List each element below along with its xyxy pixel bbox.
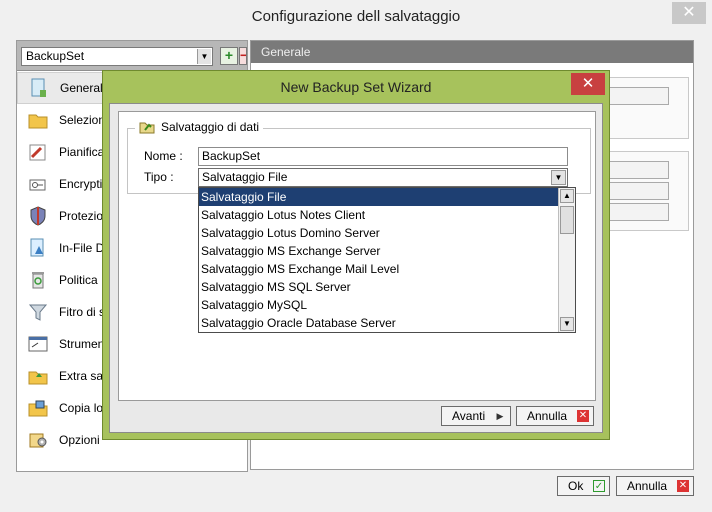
window-close-icon[interactable]: ✕	[672, 2, 706, 24]
gear-icon	[27, 429, 49, 451]
sidebar-item-label: Politica	[59, 273, 98, 287]
arrow-right-icon: ▶	[496, 411, 504, 421]
dir-icon	[27, 333, 49, 355]
window-title: Configurazione dell salvataggio	[0, 0, 712, 34]
key-icon	[27, 173, 49, 195]
dropdown-scrollbar[interactable]: ▲ ▼	[558, 188, 575, 332]
folder-icon	[27, 109, 49, 131]
ok-button[interactable]: Ok ✓	[557, 476, 610, 496]
dropdown-option[interactable]: Salvataggio MS Exchange Mail Level	[199, 260, 559, 278]
wizard-body: Salvataggio di dati Nome : BackupSet Tip…	[109, 103, 603, 433]
type-select-value: Salvataggio File	[202, 170, 288, 184]
remove-backupset-button[interactable]: −	[239, 47, 247, 65]
dropdown-option[interactable]: Salvataggio Lotus Domino Server	[199, 224, 559, 242]
type-dropdown-list: Salvataggio File Salvataggio Lotus Notes…	[198, 187, 576, 333]
ok-button-label: Ok	[568, 479, 584, 493]
wizard-cancel-button[interactable]: Annulla ✕	[516, 406, 594, 426]
dropdown-option[interactable]: Salvataggio MySQL	[199, 296, 559, 314]
type-label: Tipo :	[144, 170, 174, 184]
backupset-select-value: BackupSet	[26, 49, 85, 63]
wizard-content: Salvataggio di dati Nome : BackupSet Tip…	[118, 111, 596, 401]
document-icon	[28, 77, 50, 99]
close-icon: ✕	[677, 480, 689, 492]
scroll-up-icon[interactable]: ▲	[560, 189, 574, 203]
backupset-select[interactable]: BackupSet ▼	[21, 47, 213, 66]
cancel-button[interactable]: Annulla ✕	[616, 476, 694, 496]
dropdown-option[interactable]: Salvataggio Lotus Notes Client	[199, 206, 559, 224]
next-button-label: Avanti	[452, 409, 486, 423]
shield-icon	[27, 205, 49, 227]
wizard-title: New Backup Set Wizard	[280, 79, 432, 95]
chevron-down-icon[interactable]: ▼	[197, 49, 211, 64]
file-delta-icon	[27, 237, 49, 259]
chevron-down-icon[interactable]: ▼	[551, 170, 566, 185]
name-label: Nome :	[144, 149, 183, 163]
recycle-icon	[27, 269, 49, 291]
close-icon: ✕	[577, 410, 589, 422]
wizard-close-icon[interactable]: ✕	[571, 73, 605, 95]
filter-icon	[27, 301, 49, 323]
fieldset-legend: Salvataggio di dati	[135, 120, 264, 134]
wizard-cancel-label: Annulla	[527, 409, 568, 423]
fieldset-legend-text: Salvataggio di dati	[161, 120, 260, 134]
add-backupset-button[interactable]: +	[220, 47, 238, 65]
dropdown-option[interactable]: Salvataggio MS SQL Server	[199, 278, 559, 296]
folder-arrow-icon	[139, 120, 155, 134]
calendar-icon	[27, 141, 49, 163]
scrollbar-thumb[interactable]	[560, 206, 574, 234]
scroll-down-icon[interactable]: ▼	[560, 317, 574, 331]
cancel-button-label: Annulla	[627, 479, 668, 493]
extra-folder-icon	[27, 365, 49, 387]
check-icon: ✓	[593, 480, 605, 492]
dropdown-option[interactable]: Salvataggio File	[199, 188, 559, 206]
new-backup-set-wizard: New Backup Set Wizard ✕ Salvataggio di d…	[102, 70, 610, 440]
sidebar-item-label: Selezioni	[59, 113, 108, 127]
dropdown-option[interactable]: Salvataggio MS Exchange Server	[199, 242, 559, 260]
copy-folder-icon	[27, 397, 49, 419]
section-header: Generale	[251, 41, 693, 63]
sidebar-item-label: Opzioni	[59, 433, 100, 447]
next-button[interactable]: Avanti ▶	[441, 406, 511, 426]
backupset-toolbar: BackupSet ▼ + −	[17, 41, 247, 71]
dropdown-option[interactable]: Salvataggio Oracle Database Server	[199, 314, 559, 332]
type-select[interactable]: Salvataggio File ▼	[198, 168, 568, 187]
name-input[interactable]: BackupSet	[198, 147, 568, 166]
